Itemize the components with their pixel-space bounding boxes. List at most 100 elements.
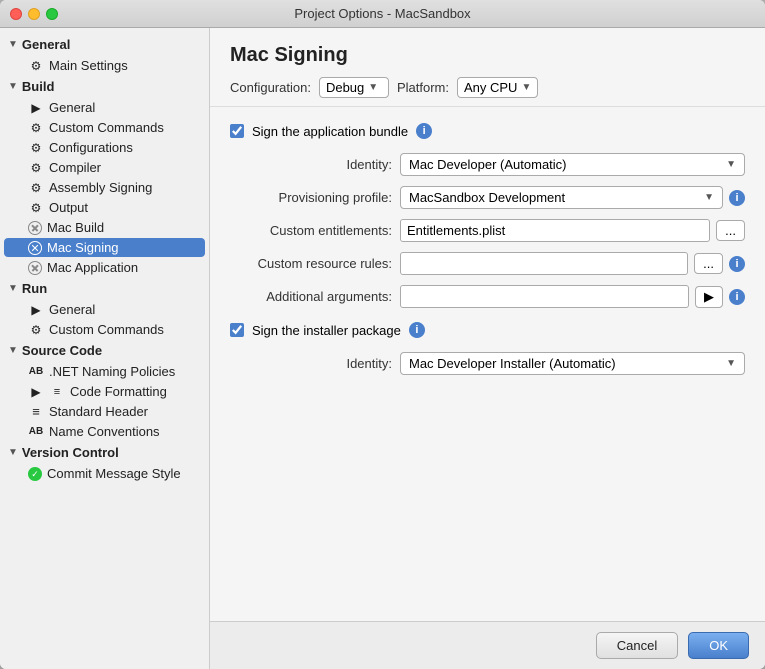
maximize-button[interactable] xyxy=(46,8,58,20)
lines-icon: ≡ xyxy=(49,386,65,398)
sidebar-item-mac-build[interactable]: Mac Build xyxy=(4,218,205,237)
dropdown-arrow-icon: ▼ xyxy=(521,82,531,93)
gear-icon: ⚙ xyxy=(28,141,44,155)
additional-args-label: Additional arguments: xyxy=(240,289,400,304)
sign-bundle-info-icon[interactable]: i xyxy=(416,123,432,139)
sidebar-item-mac-application[interactable]: Mac Application xyxy=(4,258,205,277)
x-circle-icon xyxy=(28,261,42,275)
sidebar-item-configurations[interactable]: ⚙ Configurations xyxy=(4,138,205,157)
sidebar-section-run[interactable]: ▼ Run xyxy=(0,278,209,299)
entitlements-browse-button[interactable]: ... xyxy=(716,220,745,241)
sidebar-item-label: Compiler xyxy=(49,160,101,175)
additional-args-expand-button[interactable]: ▶ xyxy=(695,286,723,308)
sidebar-item-name-conventions[interactable]: AB Name Conventions xyxy=(4,422,205,441)
sidebar-item-label: Assembly Signing xyxy=(49,180,152,195)
sidebar-section-version-control-label: Version Control xyxy=(22,445,119,460)
identity-value: Mac Developer (Automatic) xyxy=(409,157,567,172)
sidebar-item-assembly-signing[interactable]: ⚙ Assembly Signing xyxy=(4,178,205,197)
sign-bundle-checkbox[interactable] xyxy=(230,124,244,138)
config-dropdown[interactable]: Debug ▼ xyxy=(319,77,389,98)
gear-icon: ⚙ xyxy=(28,181,44,195)
sidebar-section-general[interactable]: ▼ General xyxy=(0,34,209,55)
sidebar-item-main-settings[interactable]: ⚙ Main Settings xyxy=(4,56,205,75)
provisioning-dropdown[interactable]: MacSandbox Development ▼ xyxy=(400,186,723,209)
sidebar-item-output[interactable]: ⚙ Output xyxy=(4,198,205,217)
dropdown-arrow-icon: ▼ xyxy=(726,159,736,170)
window-title: Project Options - MacSandbox xyxy=(294,6,470,21)
dropdown-arrow-icon: ▼ xyxy=(704,192,714,203)
sign-bundle-row: Sign the application bundle i xyxy=(230,123,745,139)
play-icon: ▶ xyxy=(28,303,44,317)
entitlements-row: ... xyxy=(400,219,745,242)
sidebar-item-label: Commit Message Style xyxy=(47,466,181,481)
entitlements-input[interactable] xyxy=(400,219,710,242)
installer-identity-label: Identity: xyxy=(240,356,400,371)
check-icon: ✓ xyxy=(28,467,42,481)
sidebar-item-label: Mac Signing xyxy=(47,240,119,255)
minimize-button[interactable] xyxy=(28,8,40,20)
sidebar-item-standard-header[interactable]: ≡ Standard Header xyxy=(4,402,205,421)
sidebar-section-build[interactable]: ▼ Build xyxy=(0,76,209,97)
expand-icon: ▶ xyxy=(28,385,44,399)
sidebar-item-run-custom-commands[interactable]: ⚙ Custom Commands xyxy=(4,320,205,339)
provisioning-row: MacSandbox Development ▼ i xyxy=(400,186,745,209)
gear-icon: ⚙ xyxy=(28,121,44,135)
sidebar-item-label: Custom Commands xyxy=(49,322,164,337)
close-button[interactable] xyxy=(10,8,22,20)
installer-section: Sign the installer package i Identity: M… xyxy=(230,322,745,375)
installer-identity-dropdown[interactable]: Mac Developer Installer (Automatic) ▼ xyxy=(400,352,745,375)
ok-button[interactable]: OK xyxy=(688,632,749,659)
platform-dropdown[interactable]: Any CPU ▼ xyxy=(457,77,538,98)
arrow-icon: ▼ xyxy=(8,39,18,50)
sidebar-item-code-formatting[interactable]: ▶ ≡ Code Formatting xyxy=(4,382,205,401)
sidebar-item-label: Code Formatting xyxy=(70,384,167,399)
sign-installer-checkbox[interactable] xyxy=(230,323,244,337)
page-title: Mac Signing xyxy=(230,44,745,67)
config-label: Configuration: xyxy=(230,80,311,95)
gear-icon: ⚙ xyxy=(28,59,44,73)
arrow-icon: ▼ xyxy=(8,81,18,92)
installer-identity-control: Mac Developer Installer (Automatic) ▼ xyxy=(400,352,745,375)
sidebar-item-commit-message[interactable]: ✓ Commit Message Style xyxy=(4,464,205,483)
sign-installer-row: Sign the installer package i xyxy=(230,322,745,338)
arrow-icon: ▼ xyxy=(8,447,18,458)
sidebar-section-source-code[interactable]: ▼ Source Code xyxy=(0,340,209,361)
sidebar-item-label: General xyxy=(49,100,95,115)
sidebar-item-label: Name Conventions xyxy=(49,424,160,439)
sidebar-section-version-control[interactable]: ▼ Version Control xyxy=(0,442,209,463)
sidebar-item-build-general[interactable]: ▶ General xyxy=(4,98,205,117)
arrow-icon: ▼ xyxy=(8,345,18,356)
dropdown-arrow-icon: ▼ xyxy=(368,82,378,93)
installer-identity-value: Mac Developer Installer (Automatic) xyxy=(409,356,616,371)
resource-rules-browse-button[interactable]: ... xyxy=(694,253,723,274)
provisioning-info-icon[interactable]: i xyxy=(729,190,745,206)
sign-installer-label: Sign the installer package xyxy=(252,323,401,338)
config-row: Configuration: Debug ▼ Platform: Any CPU… xyxy=(230,77,745,98)
resource-rules-info-icon[interactable]: i xyxy=(729,256,745,272)
sidebar-item-compiler[interactable]: ⚙ Compiler xyxy=(4,158,205,177)
entitlements-label: Custom entitlements: xyxy=(240,223,400,238)
main-window: Project Options - MacSandbox ▼ General ⚙… xyxy=(0,0,765,669)
identity-label: Identity: xyxy=(240,157,400,172)
sign-installer-info-icon[interactable]: i xyxy=(409,322,425,338)
sidebar-item-run-general[interactable]: ▶ General xyxy=(4,300,205,319)
additional-args-info-icon[interactable]: i xyxy=(729,289,745,305)
titlebar: Project Options - MacSandbox xyxy=(0,0,765,28)
sidebar-item-label: Custom Commands xyxy=(49,120,164,135)
ab2-icon: AB xyxy=(28,426,44,437)
sidebar-item-label: Main Settings xyxy=(49,58,128,73)
sidebar-item-label: Mac Application xyxy=(47,260,138,275)
main-body: Sign the application bundle i Identity: … xyxy=(210,107,765,621)
cancel-button[interactable]: Cancel xyxy=(596,632,678,659)
sidebar-item-naming-policies[interactable]: AB .NET Naming Policies xyxy=(4,362,205,381)
platform-value: Any CPU xyxy=(464,80,517,95)
dropdown-arrow-icon: ▼ xyxy=(726,358,736,369)
identity-dropdown[interactable]: Mac Developer (Automatic) ▼ xyxy=(400,153,745,176)
sidebar-item-mac-signing[interactable]: Mac Signing xyxy=(4,238,205,257)
traffic-lights xyxy=(10,8,58,20)
gear-icon: ⚙ xyxy=(28,201,44,215)
resource-rules-input[interactable] xyxy=(400,252,688,275)
additional-args-input[interactable] xyxy=(400,285,689,308)
sidebar-item-custom-commands[interactable]: ⚙ Custom Commands xyxy=(4,118,205,137)
main-header: Mac Signing Configuration: Debug ▼ Platf… xyxy=(210,28,765,107)
